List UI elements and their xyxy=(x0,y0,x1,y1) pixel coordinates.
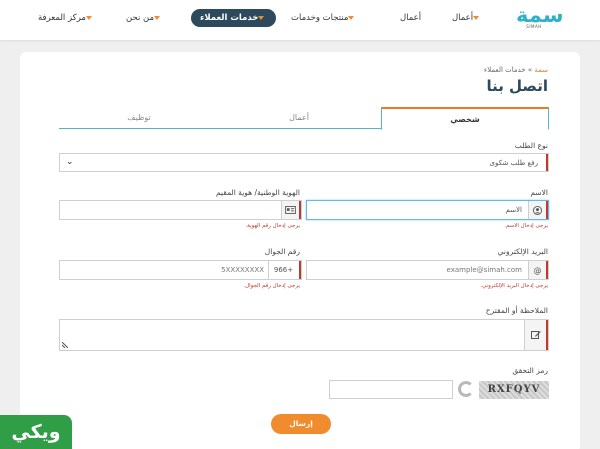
edit-icon xyxy=(524,320,546,350)
chevron-down-icon xyxy=(85,15,92,20)
captcha-label: رمز التحقق xyxy=(512,366,548,375)
nav-item-label: منتجات وخدمات xyxy=(291,13,349,23)
nav-item-label: خدمات العملاء xyxy=(200,13,259,23)
page-title: اتصل بنا xyxy=(486,77,548,95)
resize-handle-icon[interactable] xyxy=(62,342,68,348)
nav-item-label: أعمال xyxy=(400,13,422,23)
notes-label: الملاحظة أو المقترح xyxy=(485,306,548,315)
email-placeholder: example@simah.com xyxy=(446,266,522,274)
chevron-down-icon xyxy=(473,15,480,20)
name-label: الاسم xyxy=(530,188,548,197)
captcha-input[interactable] xyxy=(329,380,453,399)
mobile-placeholder: 5XXXXXXXX xyxy=(221,266,264,274)
logo-subtext: SIMAH xyxy=(526,24,542,29)
name-value: الاسم xyxy=(505,206,522,214)
mobile-label: رقم الجوال xyxy=(264,247,300,256)
wiki-watermark-logo: ويكي xyxy=(0,415,72,449)
refresh-icon[interactable] xyxy=(458,381,474,397)
nav-item-label: مركز المعرفة xyxy=(38,13,86,23)
nav-item-products-services[interactable]: منتجات وخدمات xyxy=(291,9,357,27)
nav-item-customer-services[interactable]: خدمات العملاء xyxy=(191,9,277,27)
required-marker xyxy=(299,261,301,279)
mobile-error: يرجى إدخال رقم الجوال. xyxy=(243,283,300,289)
mobile-field[interactable]: 966+ 5XXXXXXXX xyxy=(59,260,302,280)
id-card-icon xyxy=(281,201,299,219)
nav-item-label: من نحن xyxy=(126,13,155,23)
required-marker xyxy=(546,320,548,350)
nav-item-business-dropdown[interactable]: أعمال xyxy=(452,9,482,27)
name-field[interactable]: الاسم xyxy=(306,200,549,220)
name-error: يرجى إدخال الاسم. xyxy=(504,223,548,229)
email-label: البريد الإلكتروني xyxy=(497,247,548,256)
breadcrumb-home[interactable]: سمة xyxy=(534,66,548,74)
notes-textarea[interactable] xyxy=(59,319,549,351)
captcha-image: RXFQYV xyxy=(479,381,549,399)
nav-item-label: أعمال xyxy=(452,13,474,23)
chevron-down-icon xyxy=(258,15,265,20)
request-type-label: نوع الطلب xyxy=(514,141,548,150)
national-id-label: الهوية الوطنية/ هوية المقيم xyxy=(216,188,300,197)
national-id-error: يرجى إدخال رقم الهوية. xyxy=(245,223,300,229)
required-marker xyxy=(546,201,548,219)
form-tabs: شخصي أعمال توظيف xyxy=(59,107,549,130)
user-icon xyxy=(528,201,546,219)
nav-item-knowledge-center[interactable]: مركز المعرفة xyxy=(38,9,95,27)
country-code-prefix: 966+ xyxy=(268,261,298,279)
chevron-down-icon xyxy=(348,15,355,20)
breadcrumb: سمة » خدمات العملاء xyxy=(484,66,548,74)
breadcrumb-current: خدمات العملاء xyxy=(483,66,526,74)
top-navigation: سمة SIMAH أعمال أعمال منتجات وخدمات خدما… xyxy=(0,0,600,40)
request-type-value: رفع طلب شكوى xyxy=(489,158,539,167)
required-marker xyxy=(299,201,301,219)
at-icon: @ xyxy=(528,261,546,279)
chevron-down-icon xyxy=(154,15,161,20)
submit-button[interactable]: إرسال xyxy=(271,414,331,434)
national-id-field[interactable] xyxy=(59,200,302,220)
email-field[interactable]: @ example@simah.com xyxy=(306,260,549,280)
tab-employment[interactable]: توظيف xyxy=(59,107,219,129)
nav-item-business[interactable]: أعمال xyxy=(400,9,421,27)
nav-item-about-us[interactable]: من نحن xyxy=(126,9,163,27)
tab-business[interactable]: أعمال xyxy=(219,107,379,129)
simah-logo[interactable]: سمة SIMAH xyxy=(516,3,563,31)
required-marker xyxy=(546,154,548,171)
tab-personal[interactable]: شخصي xyxy=(381,107,549,130)
chevron-down-icon: ⌄ xyxy=(66,157,74,167)
request-type-select[interactable]: رفع طلب شكوى ⌄ xyxy=(59,153,549,172)
email-error: يرجى إدخال البريد الإلكتروني. xyxy=(480,283,548,289)
required-marker xyxy=(546,261,548,279)
